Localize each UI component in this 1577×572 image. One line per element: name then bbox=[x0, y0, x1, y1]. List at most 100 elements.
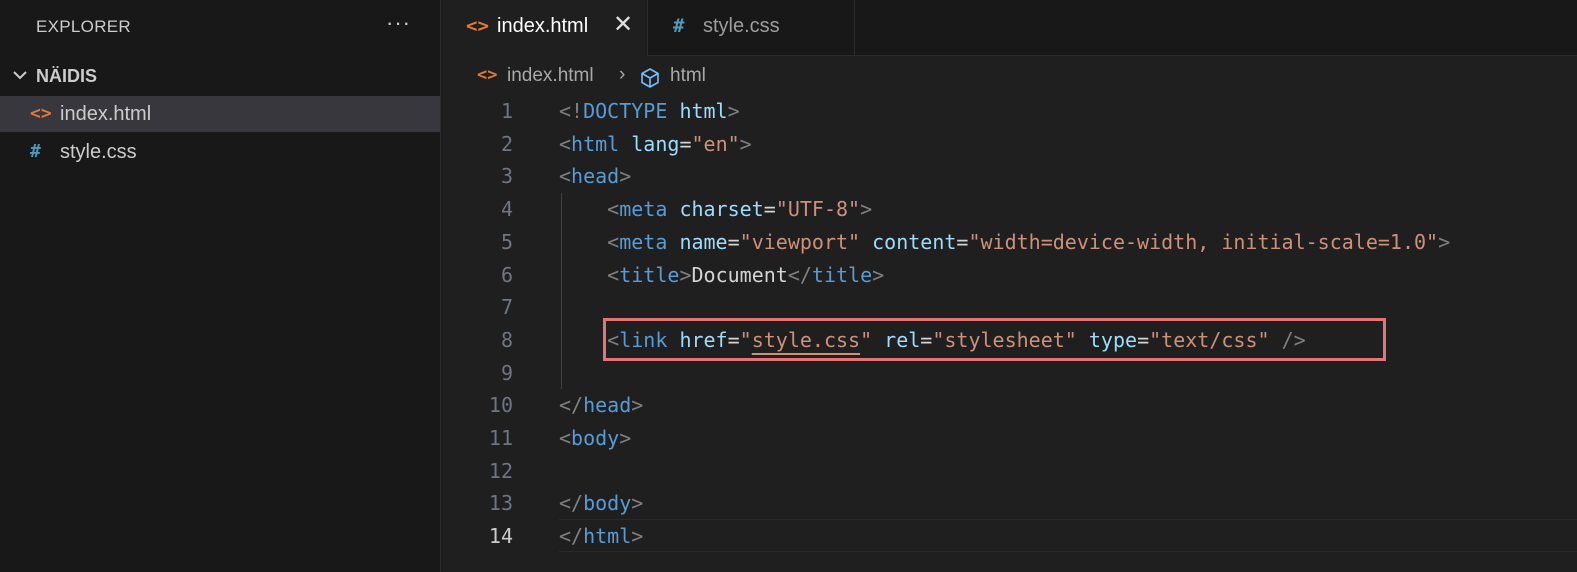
code-bracket: < bbox=[559, 164, 572, 189]
code-text: = bbox=[763, 197, 776, 222]
code-tag-name: head bbox=[571, 164, 620, 189]
file-name: index.html bbox=[60, 103, 152, 125]
code-attribute: href bbox=[679, 327, 728, 352]
code-tag-name: title bbox=[811, 262, 873, 287]
code-bracket: > bbox=[679, 262, 692, 287]
code-bracket: > bbox=[1438, 229, 1451, 254]
code-tag-name: title bbox=[619, 262, 680, 287]
code-string: " bbox=[739, 327, 752, 352]
code-line[interactable]: <meta charset="UTF-8"> bbox=[559, 193, 872, 226]
code-bracket: < bbox=[559, 131, 572, 156]
code-bracket: > bbox=[619, 426, 632, 450]
code-link: style.css bbox=[751, 327, 861, 352]
current-line-highlight bbox=[559, 519, 1577, 552]
code-bracket: < bbox=[607, 262, 620, 287]
line-number: 7 bbox=[500, 295, 513, 320]
code-text: = bbox=[956, 229, 969, 254]
code-line[interactable]: <html lang="en"> bbox=[559, 128, 752, 161]
close-icon[interactable]: ✕ bbox=[613, 10, 633, 39]
tab-style-css[interactable]: # style.css bbox=[648, 0, 855, 55]
folder-name: NÄIDIS bbox=[36, 66, 98, 86]
file-item-index-html[interactable]: <> index.html bbox=[0, 96, 440, 132]
line-number: 1 bbox=[500, 99, 513, 123]
code-bracket: > bbox=[631, 393, 644, 418]
code-bracket: < bbox=[559, 426, 572, 450]
code-bracket: > bbox=[631, 524, 644, 549]
breadcrumb-file[interactable]: index.html bbox=[507, 65, 594, 87]
file-item-style-css[interactable]: # style.css bbox=[0, 134, 440, 170]
code-tag-name: link bbox=[619, 327, 668, 352]
code-string: "stylesheet" bbox=[932, 327, 1077, 352]
line-number: 10 bbox=[488, 393, 513, 418]
line-number: 12 bbox=[488, 458, 513, 483]
more-actions-icon[interactable]: ··· bbox=[386, 8, 411, 38]
folder-naidis[interactable]: NÄIDIS bbox=[0, 62, 440, 92]
code-text: = bbox=[920, 327, 933, 352]
symbol-element-icon bbox=[641, 68, 659, 88]
html-file-icon: <> bbox=[466, 15, 489, 37]
code-string: "UTF-8" bbox=[775, 197, 861, 222]
code-text: = bbox=[1137, 327, 1150, 352]
code-line[interactable]: <body> bbox=[559, 422, 631, 455]
code-bracket: < bbox=[607, 229, 620, 254]
code-tag-name: meta bbox=[619, 229, 668, 254]
code-bracket: </ bbox=[559, 524, 584, 549]
code-bracket: <! bbox=[559, 99, 584, 123]
code-text: = bbox=[679, 131, 692, 156]
code-bracket: > bbox=[739, 131, 752, 156]
line-number: 2 bbox=[500, 131, 513, 156]
line-number: 5 bbox=[500, 229, 513, 254]
code-tag-name: body bbox=[583, 491, 632, 516]
css-file-icon: # bbox=[673, 15, 685, 37]
explorer-header: EXPLORER ··· bbox=[0, 0, 440, 55]
code-bracket: > bbox=[860, 197, 873, 222]
code-line[interactable]: <!DOCTYPE html> bbox=[559, 95, 740, 128]
code-attribute: type bbox=[1088, 327, 1138, 352]
code-tag-name: DOCTYPE bbox=[583, 99, 668, 123]
tab-index-html[interactable]: <> index.html ✕ bbox=[441, 0, 648, 56]
code-bracket: > bbox=[619, 164, 632, 189]
code-text: = bbox=[727, 327, 740, 352]
css-file-icon: # bbox=[30, 141, 41, 162]
code-string: "viewport" bbox=[739, 229, 861, 254]
line-number: 3 bbox=[500, 164, 513, 189]
code-attribute: html bbox=[679, 99, 728, 123]
code-bracket: > bbox=[872, 262, 885, 287]
chevron-down-icon bbox=[13, 71, 27, 80]
code-text: Document bbox=[691, 262, 788, 287]
code-line[interactable]: </html> bbox=[559, 520, 643, 553]
code-line[interactable]: <head> bbox=[559, 160, 631, 193]
line-number: 13 bbox=[488, 491, 513, 516]
code-attribute: name bbox=[679, 229, 728, 254]
code-bracket: < bbox=[607, 197, 620, 222]
code-attribute: content bbox=[872, 229, 957, 254]
code-tag-name: body bbox=[571, 426, 620, 450]
tab-label: style.css bbox=[703, 15, 780, 37]
line-number: 4 bbox=[500, 197, 513, 222]
code-text: = bbox=[727, 229, 740, 254]
code-line[interactable]: <meta name="viewport" content="width=dev… bbox=[559, 226, 1450, 259]
code-line[interactable]: <title>Document</title> bbox=[559, 259, 884, 292]
code-bracket: > bbox=[631, 491, 644, 516]
explorer-title: EXPLORER bbox=[36, 17, 131, 36]
code-tag-name: meta bbox=[619, 197, 668, 222]
html-file-icon: <> bbox=[477, 65, 498, 85]
line-number: 14 bbox=[488, 524, 513, 549]
code-editor[interactable]: 1 <!DOCTYPE html> 2 <html lang="en"> 3 <head>… bbox=[441, 94, 1577, 572]
code-line[interactable]: <link href="style.css" rel="stylesheet" … bbox=[559, 324, 1306, 357]
code-line[interactable]: </head> bbox=[559, 389, 643, 422]
code-line[interactable]: </body> bbox=[559, 487, 643, 520]
code-string: "en" bbox=[691, 131, 740, 156]
explorer-sidebar: EXPLORER ··· NÄIDIS <> index.html # styl… bbox=[0, 0, 441, 572]
breadcrumb-symbol[interactable]: html bbox=[670, 65, 706, 87]
code-attribute: charset bbox=[679, 197, 764, 222]
code-bracket: </ bbox=[559, 491, 584, 516]
